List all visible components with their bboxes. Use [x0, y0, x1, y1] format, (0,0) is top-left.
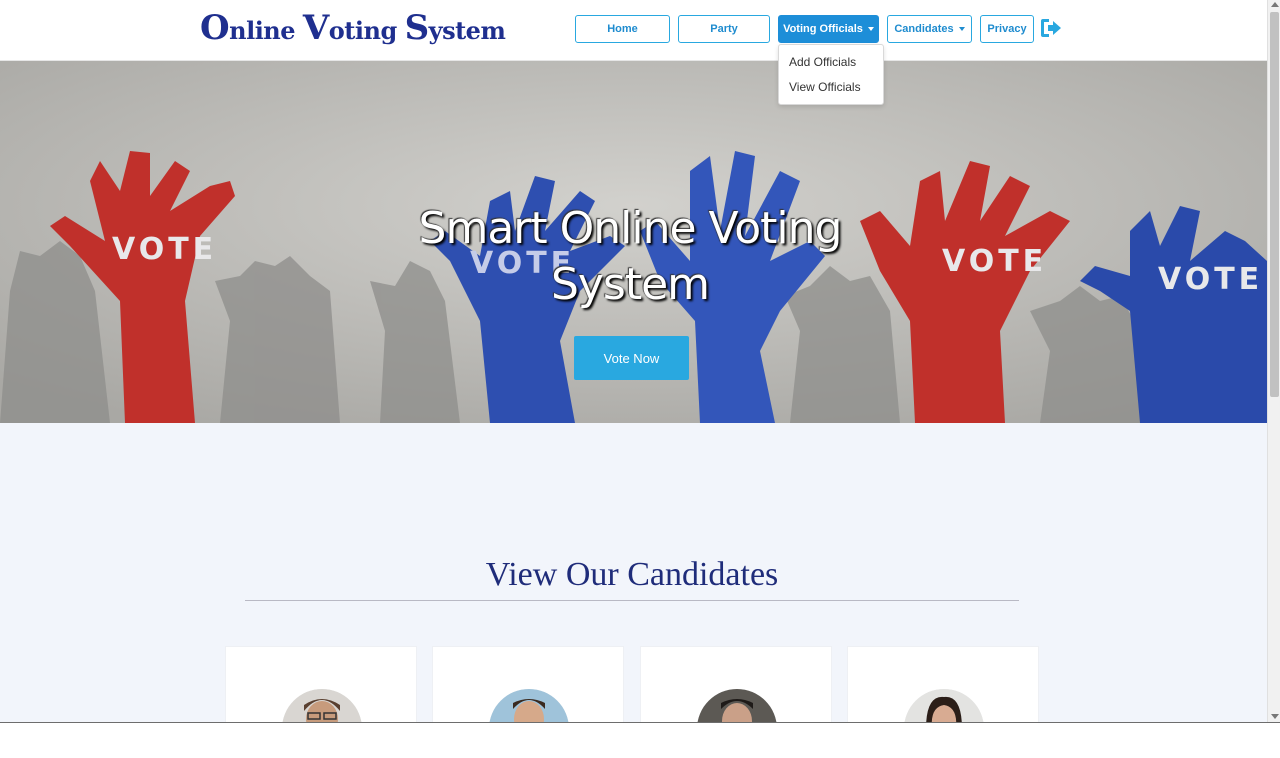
scrollbar-thumb[interactable] — [1270, 12, 1279, 397]
candidate-avatar — [282, 689, 362, 722]
bottom-blank-area — [0, 722, 1280, 758]
menu-item-add-officials[interactable]: Add Officials — [789, 55, 856, 69]
chevron-down-icon — [958, 27, 965, 31]
candidate-avatar — [489, 689, 569, 722]
chevron-down-icon — [867, 27, 874, 31]
candidate-card[interactable] — [640, 646, 832, 722]
nav-home-button[interactable]: Home — [575, 15, 670, 43]
sign-text: VOTE — [1158, 262, 1263, 297]
scroll-down-icon[interactable] — [1271, 714, 1279, 719]
nav-privacy-button[interactable]: Privacy — [980, 15, 1034, 43]
nav-party-label: Party — [710, 23, 738, 35]
nav-party-button[interactable]: Party — [678, 15, 770, 43]
brand-letter: V — [302, 8, 329, 48]
vote-now-button[interactable]: Vote Now — [574, 336, 689, 380]
brand-letter: S — [404, 8, 430, 48]
hero-title-line: System — [550, 259, 710, 310]
hero-banner: VOTE VOTE VOTE VOTE Smart Online Voting … — [0, 61, 1267, 423]
section-divider — [245, 600, 1019, 601]
brand-letter: O — [200, 8, 230, 48]
nav-home-label: Home — [607, 23, 638, 35]
nav-privacy-label: Privacy — [987, 23, 1027, 35]
menu-item-view-officials[interactable]: View Officials — [789, 80, 861, 94]
voting-officials-dropdown-menu: Add Officials View Officials — [778, 44, 884, 105]
brand-text: nline — [229, 16, 303, 45]
nav-candidates-button[interactable]: Candidates — [887, 15, 972, 43]
sign-text: VOTE — [942, 244, 1047, 279]
candidate-card[interactable] — [432, 646, 624, 722]
vertical-scrollbar[interactable] — [1267, 0, 1280, 722]
navbar: Online Voting System Home Party Voting O… — [0, 0, 1267, 61]
section-title: View Our Candidates — [485, 556, 779, 593]
hero-title: Smart Online Voting System — [330, 201, 930, 313]
brand-text: ystem — [428, 16, 506, 45]
candidate-card[interactable] — [225, 646, 417, 722]
brand-text: oting — [328, 16, 405, 45]
sign-out-icon[interactable] — [1040, 17, 1062, 39]
brand-logo[interactable]: Online Voting System — [200, 8, 506, 48]
candidate-card[interactable] — [847, 646, 1039, 722]
nav-voting-officials-button[interactable]: Voting Officials — [778, 15, 879, 43]
sign-text: VOTE — [112, 232, 217, 267]
browser-viewport: Online Voting System Home Party Voting O… — [0, 0, 1267, 722]
hero-title-line: Smart Online Voting — [418, 203, 843, 254]
nav-candidates-label: Candidates — [894, 23, 954, 35]
nav-voting-officials-label: Voting Officials — [783, 23, 863, 35]
scroll-up-icon[interactable] — [1271, 2, 1279, 7]
candidate-avatar — [904, 689, 984, 722]
candidate-avatar — [697, 689, 777, 722]
